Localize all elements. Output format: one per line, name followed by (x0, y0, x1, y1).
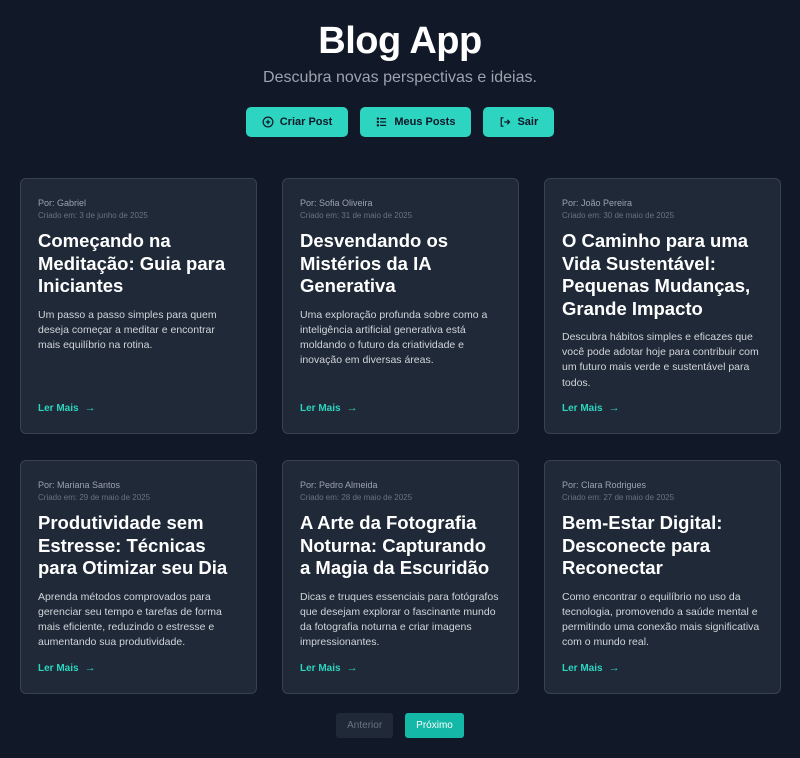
read-more-label: Ler Mais (38, 402, 79, 414)
post-grid: Por: Gabriel Criado em: 3 de junho de 20… (20, 178, 781, 694)
read-more-label: Ler Mais (562, 662, 603, 674)
plus-circle-icon (262, 116, 274, 128)
post-title[interactable]: Começando na Meditação: Guia para Inicia… (38, 230, 239, 298)
arrow-right-icon: → (608, 662, 620, 674)
read-more-label: Ler Mais (38, 662, 79, 674)
post-card: Por: Sofia Oliveira Criado em: 31 de mai… (282, 178, 519, 434)
pagination: Anterior Próximo (0, 713, 800, 738)
post-date: Criado em: 3 de junho de 2025 (38, 211, 148, 220)
page-subtitle: Descubra novas perspectivas e ideias. (263, 69, 537, 86)
read-more-link[interactable]: Ler Mais → (38, 402, 96, 414)
arrow-right-icon: → (84, 402, 96, 414)
post-excerpt: Dicas e truques essenciais para fotógraf… (300, 590, 499, 649)
arrow-right-icon: → (346, 662, 358, 674)
post-date: Criado em: 30 de maio de 2025 (562, 211, 675, 220)
post-title[interactable]: O Caminho para uma Vida Sustentável: Peq… (562, 230, 763, 320)
post-date: Criado em: 31 de maio de 2025 (300, 211, 413, 220)
post-title[interactable]: Desvendando os Mistérios da IA Generativ… (300, 230, 501, 298)
my-posts-label: Meus Posts (394, 116, 456, 128)
read-more-label: Ler Mais (562, 402, 603, 414)
post-excerpt: Aprenda métodos comprovados para gerenci… (38, 590, 222, 649)
post-excerpt: Um passo a passo simples para quem desej… (38, 308, 217, 351)
action-bar: Criar Post Meus Posts Sair (0, 107, 800, 137)
post-title[interactable]: A Arte da Fotografia Noturna: Capturando… (300, 512, 501, 580)
read-more-link[interactable]: Ler Mais → (562, 662, 620, 674)
previous-page-button[interactable]: Anterior (336, 713, 394, 738)
read-more-link[interactable]: Ler Mais → (562, 402, 620, 414)
list-icon (376, 117, 387, 127)
post-author: Por: Pedro Almeida (300, 480, 378, 490)
post-card: Por: Gabriel Criado em: 3 de junho de 20… (20, 178, 257, 434)
page-header: Blog App Descubra novas perspectivas e i… (0, 0, 800, 137)
read-more-link[interactable]: Ler Mais → (300, 402, 358, 414)
arrow-right-icon: → (346, 402, 358, 414)
read-more-label: Ler Mais (300, 662, 341, 674)
create-post-label: Criar Post (279, 116, 333, 128)
post-author: Por: Mariana Santos (38, 480, 121, 490)
logout-label: Sair (517, 116, 539, 128)
post-date: Criado em: 29 de maio de 2025 (38, 493, 151, 502)
read-more-label: Ler Mais (300, 402, 341, 414)
page-title: Blog App (318, 20, 482, 62)
arrow-right-icon: → (84, 662, 96, 674)
arrow-right-icon: → (608, 402, 620, 414)
next-page-button[interactable]: Próximo (405, 713, 464, 738)
read-more-link[interactable]: Ler Mais → (300, 662, 358, 674)
read-more-link[interactable]: Ler Mais → (38, 662, 96, 674)
post-excerpt: Uma exploração profunda sobre como a int… (300, 308, 488, 367)
logout-button[interactable]: Sair (483, 107, 555, 137)
post-card: Por: João Pereira Criado em: 30 de maio … (544, 178, 781, 434)
my-posts-button[interactable]: Meus Posts (360, 107, 472, 137)
post-title[interactable]: Bem-Estar Digital: Desconecte para Recon… (562, 512, 763, 580)
post-card: Por: Mariana Santos Criado em: 29 de mai… (20, 460, 257, 694)
post-excerpt: Descubra hábitos simples e eficazes que … (562, 331, 759, 389)
post-author: Por: Gabriel (38, 198, 87, 208)
post-title[interactable]: Produtividade sem Estresse: Técnicas par… (38, 512, 239, 580)
post-author: Por: Sofia Oliveira (300, 198, 373, 208)
post-date: Criado em: 28 de maio de 2025 (300, 493, 413, 502)
post-date: Criado em: 27 de maio de 2025 (562, 493, 675, 502)
post-card: Por: Pedro Almeida Criado em: 28 de maio… (282, 460, 519, 694)
post-card: Por: Clara Rodrigues Criado em: 27 de ma… (544, 460, 781, 694)
post-author: Por: João Pereira (562, 198, 633, 208)
post-excerpt: Como encontrar o equilíbrio no uso da te… (562, 590, 760, 649)
create-post-button[interactable]: Criar Post (245, 107, 349, 137)
logout-icon (501, 117, 511, 127)
post-author: Por: Clara Rodrigues (562, 480, 647, 490)
